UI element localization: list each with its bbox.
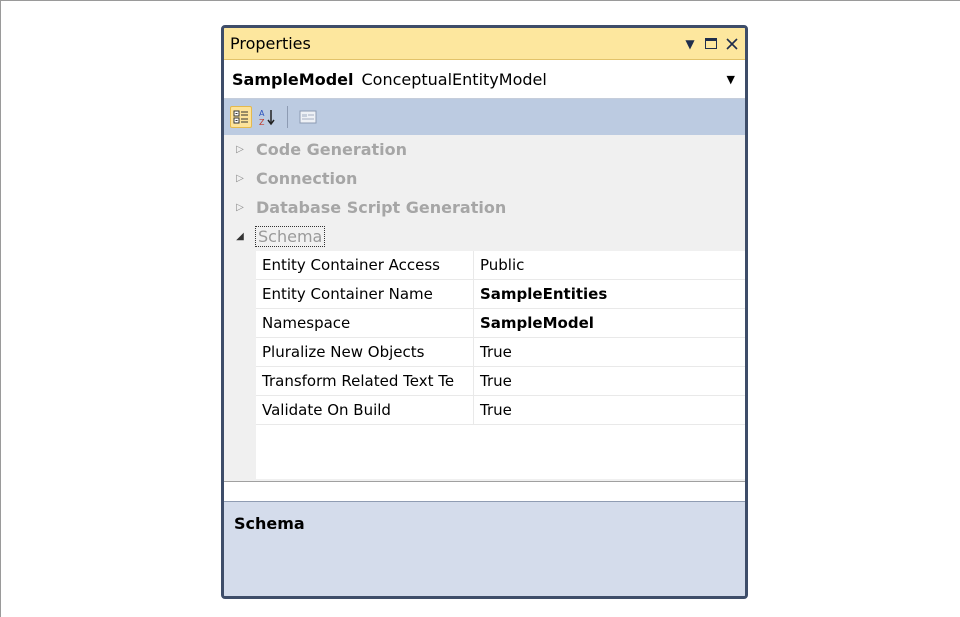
property-grid: ▷ Code Generation ▷ Connection ▷ Databas… [224,135,745,482]
property-name: Validate On Build [256,396,474,424]
property-value[interactable]: True [474,396,745,424]
property-row[interactable]: Transform Related Text Te True [256,367,745,396]
chevron-down-icon[interactable]: ▼ [727,73,735,86]
category-database-script-generation[interactable]: ▷ Database Script Generation [224,193,745,222]
category-schema[interactable]: ◢ Schema [224,222,745,251]
property-name: Entity Container Access [256,251,474,279]
property-row[interactable]: Entity Container Access Public [256,251,745,280]
title-bar[interactable]: Properties ▼ [224,28,745,60]
properties-toolbar: A Z [224,99,745,135]
expand-arrow-icon[interactable]: ▷ [224,202,256,213]
property-name: Entity Container Name [256,280,474,308]
property-value[interactable]: SampleModel [474,309,745,337]
collapse-arrow-icon[interactable]: ◢ [224,231,256,242]
sort-az-icon: A Z [259,109,275,126]
property-value[interactable]: Public [474,251,745,279]
property-value[interactable]: True [474,338,745,366]
property-name: Namespace [256,309,474,337]
frame-top-line [0,0,960,1]
property-value[interactable]: True [474,367,745,395]
category-label: Database Script Generation [256,198,507,217]
alphabetical-view-button[interactable]: A Z [256,106,278,128]
property-pages-icon [299,110,317,124]
property-row[interactable]: Validate On Build True [256,396,745,425]
description-pane: Schema [224,501,745,596]
property-name: Pluralize New Objects [256,338,474,366]
object-type: ConceptualEntityModel [361,69,547,89]
toolbar-separator [287,106,288,128]
expand-arrow-icon[interactable]: ▷ [224,173,256,184]
properties-window: Properties ▼ SampleModel ConceptualEntit… [221,25,748,599]
window-position-dropdown-icon[interactable]: ▼ [683,37,697,51]
category-label: Code Generation [256,140,408,159]
property-name: Transform Related Text Te [256,367,474,395]
category-label: Connection [256,169,358,188]
property-pages-button[interactable] [297,106,319,128]
object-selector-dropdown[interactable]: SampleModel ConceptualEntityModel ▼ [224,60,745,99]
property-row[interactable]: Pluralize New Objects True [256,338,745,367]
grid-empty-area [256,425,745,479]
property-value[interactable]: SampleEntities [474,280,745,308]
svg-text:Z: Z [259,118,265,126]
description-title: Schema [234,514,305,533]
object-name: SampleModel [232,69,354,89]
maximize-icon[interactable] [704,37,718,51]
property-row[interactable]: Entity Container Name SampleEntities [256,280,745,309]
property-row[interactable]: Namespace SampleModel [256,309,745,338]
categorized-icon [233,110,248,124]
categorized-view-button[interactable] [230,106,252,128]
expand-arrow-icon[interactable]: ▷ [224,144,256,155]
category-connection[interactable]: ▷ Connection [224,164,745,193]
close-icon[interactable] [725,37,739,51]
window-title: Properties [230,34,311,53]
svg-text:A: A [259,109,265,118]
category-code-generation[interactable]: ▷ Code Generation [224,135,745,164]
frame-left-line [0,0,1,617]
category-label: Schema [254,226,326,247]
